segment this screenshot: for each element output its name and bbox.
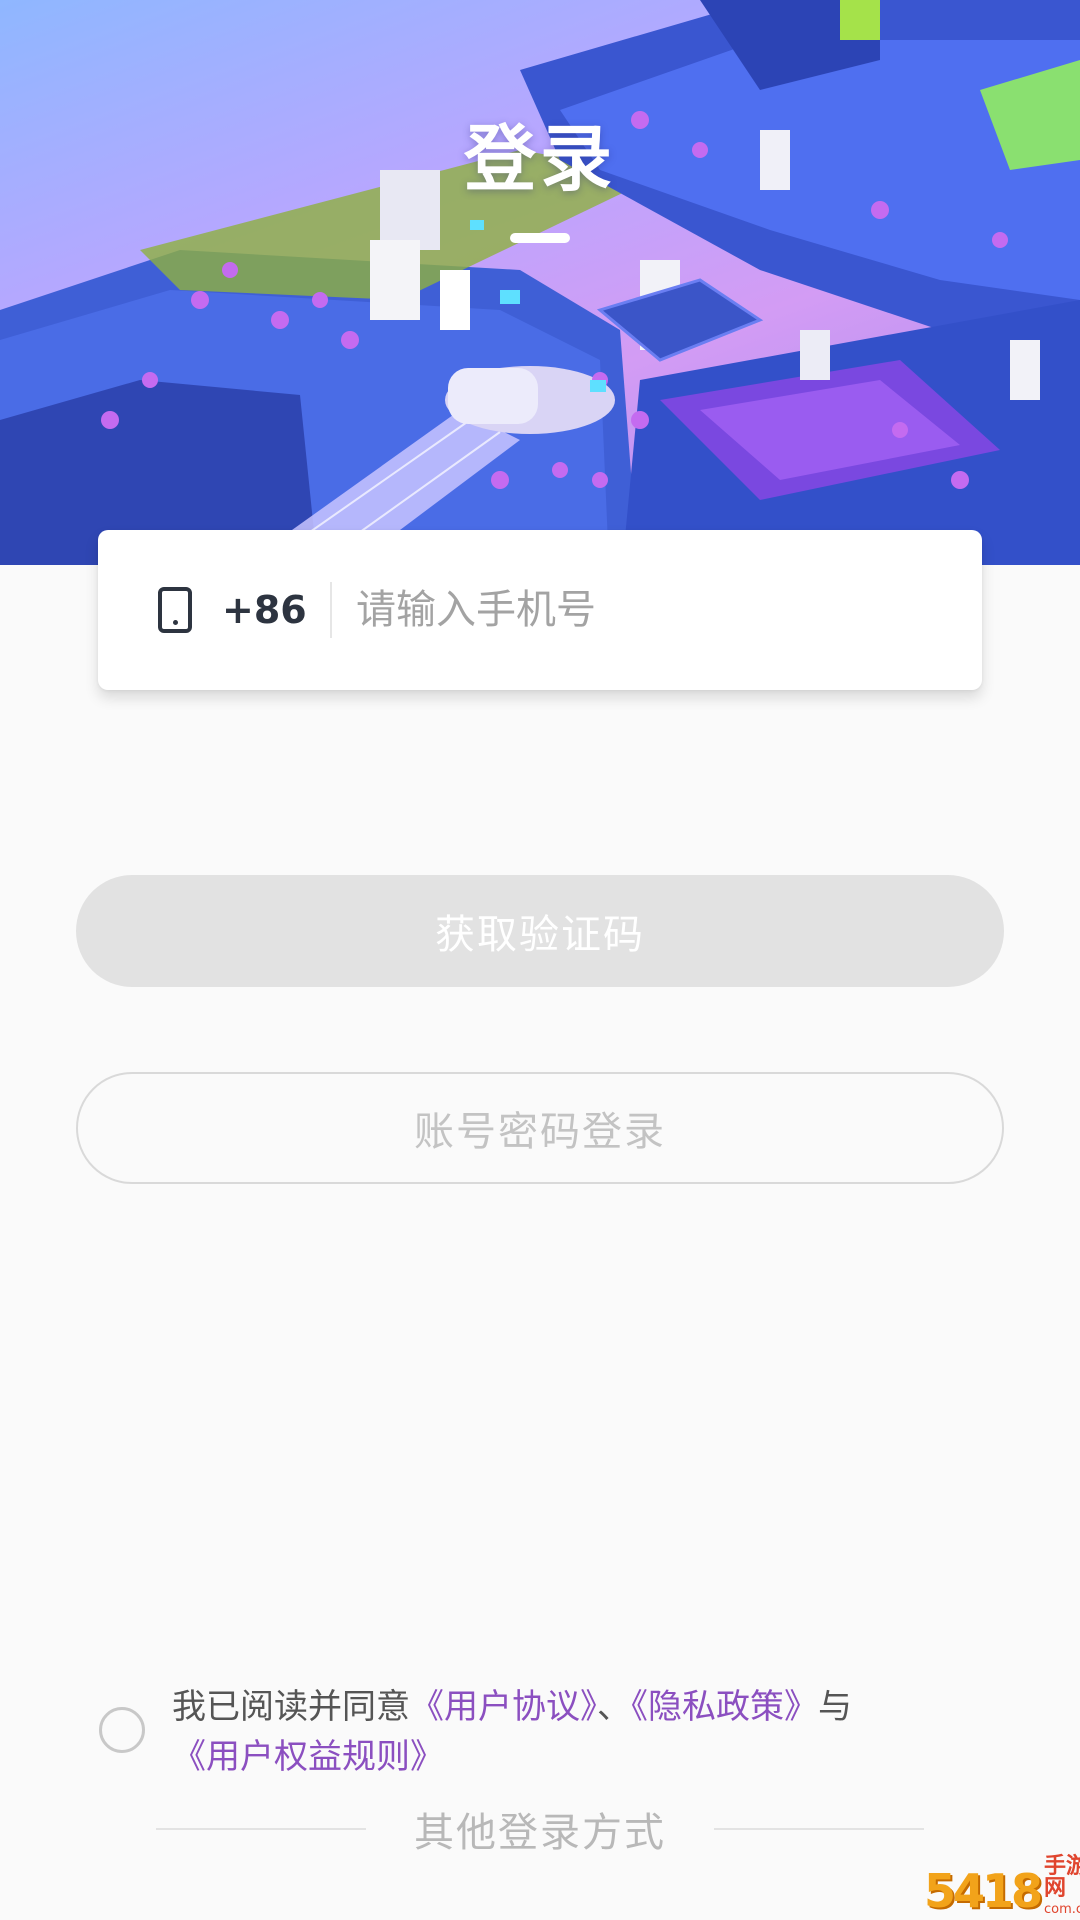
watermark-text: 手游网 bbox=[1044, 1854, 1080, 1901]
agreement-separator-2: 与 bbox=[818, 1687, 852, 1727]
title-underline bbox=[510, 233, 570, 243]
watermark-number: 5418 bbox=[924, 1864, 1043, 1918]
other-login-divider-right bbox=[714, 1828, 924, 1830]
agreement-separator-1: 、 bbox=[597, 1687, 631, 1727]
agreement-checkbox[interactable] bbox=[99, 1707, 145, 1753]
agreement-text: 我已阅读并同意《用户协议》、《隐私政策》与《用户权益规则》 bbox=[172, 1682, 972, 1782]
get-verification-code-button[interactable]: 获取验证码 bbox=[76, 875, 1004, 987]
password-login-button[interactable]: 账号密码登录 bbox=[76, 1072, 1004, 1184]
hero-banner: 登录 bbox=[0, 0, 1080, 590]
country-code-selector[interactable]: +86 bbox=[222, 530, 307, 690]
user-agreement-link[interactable]: 《用户协议》 bbox=[410, 1687, 597, 1727]
other-login-label: 其他登录方式 bbox=[414, 1810, 666, 1856]
privacy-policy-link[interactable]: 《隐私政策》 bbox=[631, 1687, 818, 1727]
isometric-city-illustration bbox=[0, 0, 1080, 590]
phone-icon bbox=[158, 587, 192, 633]
other-login-divider-left bbox=[156, 1828, 366, 1830]
phone-number-input[interactable] bbox=[356, 570, 936, 650]
page-title: 登录 bbox=[463, 117, 616, 201]
input-divider bbox=[330, 582, 332, 638]
phone-input-card: +86 bbox=[98, 530, 982, 690]
watermark-url: com.cn bbox=[1044, 1902, 1080, 1917]
rights-rules-link[interactable]: 《用户权益规则》 bbox=[172, 1737, 444, 1777]
agreement-prefix: 我已阅读并同意 bbox=[172, 1687, 410, 1727]
watermark-side: 手游网 com.cn bbox=[1044, 1854, 1080, 1917]
site-watermark-logo: 5418 手游网 com.cn bbox=[924, 1856, 1080, 1918]
login-page: 登录 +86 获取验证码 账号密码登录 我已阅读并同意《用户协议》、《隐私政策》… bbox=[0, 0, 1080, 1920]
